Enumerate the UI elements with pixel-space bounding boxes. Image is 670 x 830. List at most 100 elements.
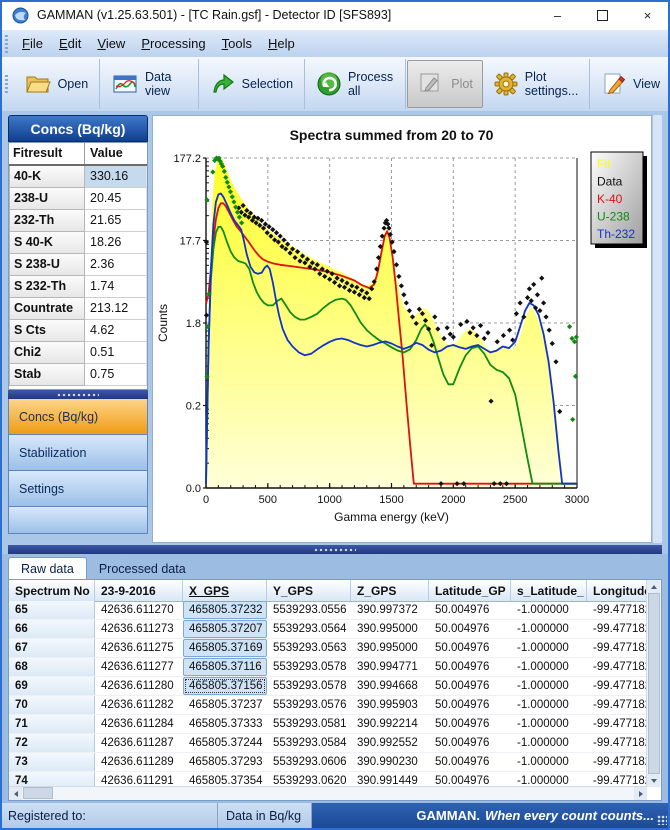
scroll-left-button[interactable] bbox=[9, 787, 22, 800]
scroll-down-button[interactable] bbox=[647, 774, 660, 787]
data-cell[interactable]: 42636.611289 bbox=[95, 753, 183, 771]
data-view-button[interactable]: Data view bbox=[101, 60, 197, 108]
data-cell[interactable]: -1.000000 bbox=[511, 620, 587, 638]
row-header-cell[interactable]: 74 bbox=[9, 772, 95, 787]
scroll-right-button[interactable] bbox=[634, 787, 647, 800]
data-cell[interactable]: 42636.611282 bbox=[95, 696, 183, 714]
data-cell[interactable]: 5539293.0576 bbox=[267, 696, 351, 714]
resize-grip[interactable] bbox=[657, 815, 667, 825]
plot-settings-button[interactable]: Plot settings... bbox=[483, 60, 589, 108]
data-cell[interactable]: 42636.611280 bbox=[95, 677, 183, 695]
menu-item-help[interactable]: Help bbox=[260, 33, 303, 54]
row-header-cell[interactable]: 73 bbox=[9, 753, 95, 771]
column-header-latitude-gp[interactable]: Latitude_GP bbox=[429, 580, 511, 601]
data-cell[interactable]: 5539293.0578 bbox=[267, 658, 351, 676]
sidebar-item-concs-bq-kg-[interactable]: Concs (Bq/kg) bbox=[8, 399, 148, 435]
menu-item-file[interactable]: File bbox=[14, 33, 51, 54]
toolbar-grip[interactable] bbox=[5, 75, 8, 93]
column-header-longitude-[interactable]: Longitude_ bbox=[587, 580, 647, 601]
data-cell[interactable]: -99.477182 bbox=[587, 620, 647, 638]
data-cell[interactable]: -1.000000 bbox=[511, 696, 587, 714]
horizontal-scrollbar[interactable] bbox=[9, 786, 647, 800]
column-header-z-gps[interactable]: Z_GPS bbox=[351, 580, 429, 601]
data-cell[interactable]: -1.000000 bbox=[511, 753, 587, 771]
vertical-scroll-thumb[interactable] bbox=[648, 593, 660, 774]
sidebar-item-stabilization[interactable]: Stabilization bbox=[8, 435, 148, 471]
menu-item-processing[interactable]: Processing bbox=[133, 33, 213, 54]
data-cell[interactable]: 465805.37293 bbox=[183, 753, 267, 771]
minimize-button[interactable]: – bbox=[535, 0, 580, 30]
data-cell[interactable]: -1.000000 bbox=[511, 639, 587, 657]
view-button[interactable]: View bbox=[591, 60, 670, 108]
data-cell[interactable]: -1.000000 bbox=[511, 677, 587, 695]
data-cell[interactable]: -1.000000 bbox=[511, 734, 587, 752]
data-cell[interactable]: 50.004976 bbox=[429, 696, 511, 714]
tab-raw-data[interactable]: Raw data bbox=[8, 557, 87, 579]
data-cell[interactable]: 390.995000 bbox=[351, 639, 429, 657]
data-cell[interactable]: 50.004976 bbox=[429, 658, 511, 676]
sidebar-item-settings[interactable]: Settings bbox=[8, 471, 148, 507]
data-cell[interactable]: -99.477182 bbox=[587, 734, 647, 752]
horizontal-scroll-thumb[interactable] bbox=[23, 787, 53, 799]
data-cell[interactable]: -99.477182 bbox=[587, 639, 647, 657]
column-header-spectrum-no[interactable]: Spectrum No bbox=[9, 580, 95, 601]
data-cell[interactable]: 50.004976 bbox=[429, 639, 511, 657]
data-cell[interactable]: 50.004976 bbox=[429, 753, 511, 771]
data-cell[interactable]: 465805.37169 bbox=[183, 639, 267, 657]
right-scroll-strip[interactable] bbox=[653, 115, 662, 543]
data-cell[interactable]: 42636.611275 bbox=[95, 639, 183, 657]
row-header-cell[interactable]: 70 bbox=[9, 696, 95, 714]
column-header-x-gps[interactable]: X_GPS bbox=[183, 580, 267, 601]
data-cell[interactable]: 390.990230 bbox=[351, 753, 429, 771]
data-cell[interactable]: -1.000000 bbox=[511, 658, 587, 676]
tab-processed-data[interactable]: Processed data bbox=[87, 558, 198, 579]
menu-item-edit[interactable]: Edit bbox=[51, 33, 89, 54]
row-header-cell[interactable]: 71 bbox=[9, 715, 95, 733]
data-cell[interactable]: 5539293.0584 bbox=[267, 734, 351, 752]
data-cell[interactable]: 390.994771 bbox=[351, 658, 429, 676]
data-cell[interactable]: 465805.37232 bbox=[183, 601, 267, 619]
data-cell[interactable]: 50.004976 bbox=[429, 620, 511, 638]
data-cell[interactable]: 5539293.0556 bbox=[267, 601, 351, 619]
column-header-y-gps[interactable]: Y_GPS bbox=[267, 580, 351, 601]
row-header-cell[interactable]: 72 bbox=[9, 734, 95, 752]
row-header-cell[interactable]: 69 bbox=[9, 677, 95, 695]
data-cell[interactable]: 50.004976 bbox=[429, 715, 511, 733]
data-cell[interactable]: 465805.37354 bbox=[183, 772, 267, 787]
plot-button[interactable]: Plot bbox=[407, 60, 483, 108]
scroll-up-button[interactable] bbox=[647, 580, 660, 593]
data-cell[interactable]: -99.477182 bbox=[587, 715, 647, 733]
data-cell[interactable]: 390.997372 bbox=[351, 601, 429, 619]
data-cell[interactable]: 42636.611273 bbox=[95, 620, 183, 638]
data-cell[interactable]: 50.004976 bbox=[429, 601, 511, 619]
data-cell[interactable]: 465805.37116 bbox=[183, 658, 267, 676]
column-header-s-latitude-[interactable]: s_Latitude_ bbox=[511, 580, 587, 601]
data-cell[interactable]: 390.991449 bbox=[351, 772, 429, 787]
data-cell[interactable]: 5539293.0578 bbox=[267, 677, 351, 695]
data-cell[interactable]: -99.477182 bbox=[587, 677, 647, 695]
data-cell[interactable]: 50.004976 bbox=[429, 772, 511, 787]
process-all-button[interactable]: Process all bbox=[306, 60, 404, 108]
bottom-splitter[interactable] bbox=[8, 545, 662, 554]
data-cell[interactable]: 42636.611277 bbox=[95, 658, 183, 676]
data-cell[interactable]: -1.000000 bbox=[511, 772, 587, 787]
menu-item-view[interactable]: View bbox=[89, 33, 133, 54]
data-cell[interactable]: -99.477182 bbox=[587, 601, 647, 619]
data-cell[interactable]: -99.477182 bbox=[587, 696, 647, 714]
vertical-scrollbar[interactable] bbox=[646, 580, 661, 787]
menubar-grip[interactable] bbox=[5, 35, 8, 53]
close-button[interactable]: × bbox=[625, 0, 670, 30]
data-cell[interactable]: 50.004976 bbox=[429, 734, 511, 752]
sidebar-splitter[interactable] bbox=[8, 390, 148, 399]
data-cell[interactable]: 465805.37333 bbox=[183, 715, 267, 733]
row-header-cell[interactable]: 65 bbox=[9, 601, 95, 619]
data-cell[interactable]: -99.477182 bbox=[587, 658, 647, 676]
data-cell[interactable]: 390.994668 bbox=[351, 677, 429, 695]
data-cell[interactable]: 5539293.0563 bbox=[267, 639, 351, 657]
data-cell[interactable]: 50.004976 bbox=[429, 677, 511, 695]
data-cell[interactable]: 465805.37207 bbox=[183, 620, 267, 638]
data-cell[interactable]: 42636.611270 bbox=[95, 601, 183, 619]
data-cell[interactable]: -1.000000 bbox=[511, 601, 587, 619]
column-header-23-9-2016[interactable]: 23-9-2016 bbox=[95, 580, 183, 601]
maximize-button[interactable] bbox=[580, 0, 625, 30]
